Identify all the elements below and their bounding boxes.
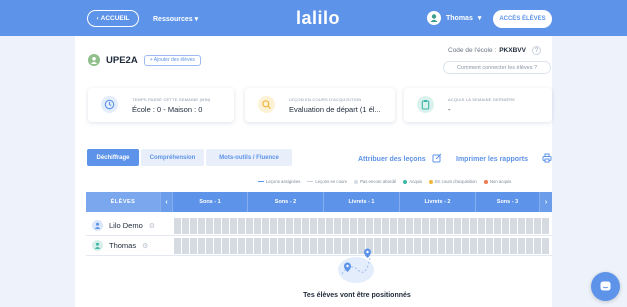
acquired-card: ACQUIS LA SEMAINE DERNIÈRE - [404,88,552,122]
thomas-avatar-icon [92,240,103,251]
gear-icon[interactable]: ⚙ [142,242,148,250]
student-name: Thomas [109,241,137,250]
search-icon [258,96,275,113]
map-route-illustration-icon [338,248,374,283]
school-code-label: Code de l'école : [448,47,497,54]
top-navigation-bar: ‹ ACCUEIL Ressources ▾ lalilo Thomas ▾ A… [0,0,627,36]
legend-line-icon [258,181,264,182]
legend-line-icon [307,181,314,182]
help-icon[interactable]: ? [531,46,541,55]
how-to-connect-button[interactable]: Comment connecter les élèves ? [443,61,551,74]
main-panel [75,36,552,307]
tab-comprehension[interactable]: Compréhension [141,149,204,166]
print-reports-button[interactable]: Imprimer les rapports [456,153,552,165]
add-students-button[interactable]: + Ajouter des élèves [143,54,201,66]
legend: Leçons assignées Leçons en cours Pas enc… [258,179,511,184]
class-header: UPE2A + Ajouter des élèves [88,54,201,66]
legend-dot-icon [353,179,358,184]
user-menu[interactable]: Thomas ▾ [427,11,481,25]
lilo-avatar-icon [92,220,103,231]
empty-state-message: Tes élèves vont être positionnés [303,292,411,299]
school-code: Code de l'école : PKXBVV ? [448,46,541,55]
time-spent-label: TEMPS PASSÉ CETTE SEMAINE (MIN) [132,97,211,102]
acquired-label: ACQUIS LA SEMAINE DERNIÈRE [448,97,516,102]
clipboard-icon [417,96,434,113]
current-lesson-value: Evaluation de départ (1 él... [289,105,381,114]
gear-icon[interactable]: ⚙ [149,222,155,230]
progress-table-header: ÉLÈVES ‹ Sons - 1 Sons - 2 Livrets - 1 L… [86,192,552,212]
legend-item: En cours d'acquisition [429,179,477,184]
time-spent-card: TEMPS PASSÉ CETTE SEMAINE (MIN) École : … [88,88,234,122]
user-avatar-icon [427,11,441,25]
legend-dot-icon [429,179,434,184]
student-cell[interactable]: Lilo Demo ⚙ [86,220,174,231]
clock-icon [101,96,118,113]
chevron-down-icon: ▾ [194,16,199,23]
legend-item: Pas encore abordé [353,179,396,184]
legend-item: Leçons assignées [258,179,300,184]
legend-dot-icon [403,179,408,184]
print-reports-label: Imprimer les rapports [456,155,528,163]
class-name: UPE2A [106,54,138,66]
printer-icon [542,153,552,165]
column-header: Livrets - 2 [400,192,476,212]
scroll-left-button[interactable]: ‹ [161,192,173,212]
school-code-value: PKXBVV [499,47,526,54]
table-row: Lilo Demo ⚙ [86,216,552,236]
legend-item: Leçons en cours [307,179,347,184]
assign-lessons-button[interactable]: Attribuer des leçons [358,153,442,165]
table-row: Thomas ⚙ [86,236,552,256]
tab-decoding[interactable]: Déchiffrage [87,149,139,166]
user-name: Thomas [446,14,473,22]
chevron-down-icon: ▾ [477,15,482,22]
class-avatar-icon [88,54,100,66]
lalilo-logo: lalilo [296,8,341,28]
current-lesson-card: LEÇON EN COURS D'ACQUISITION Evaluation … [245,88,395,122]
back-home-button[interactable]: ‹ ACCUEIL [87,10,139,27]
assign-icon [432,153,442,165]
scroll-right-button[interactable]: › [540,192,552,212]
progress-cells [174,218,550,234]
resources-label: Ressources [153,16,193,23]
back-home-label: ACCUEIL [100,15,130,22]
time-spent-value: École : 0 - Maison : 0 [132,105,203,114]
chevron-left-icon: ‹ [96,15,99,22]
assign-lessons-label: Attribuer des leçons [358,155,426,163]
current-lesson-label: LEÇON EN COURS D'ACQUISITION [289,97,362,102]
student-cell[interactable]: Thomas ⚙ [86,240,174,251]
tab-sight-words-fluency[interactable]: Mots-outils / Fluence [206,149,292,166]
resources-menu[interactable]: Ressources ▾ [153,15,198,23]
legend-item: Non acquis [483,179,511,184]
chat-icon [600,281,611,291]
column-header: Sons - 3 [476,192,540,212]
legend-dot-icon [483,179,488,184]
column-header: Livrets - 1 [324,192,400,212]
acquired-value: - [448,105,451,114]
student-name: Lilo Demo [109,221,143,230]
students-column-header: ÉLÈVES [86,192,161,212]
chat-support-button[interactable] [591,272,620,301]
column-header: Sons - 2 [248,192,324,212]
legend-item: Acquis [403,179,422,184]
student-access-button[interactable]: ACCÈS ÉLÈVES [493,10,552,28]
column-header: Sons - 1 [173,192,248,212]
